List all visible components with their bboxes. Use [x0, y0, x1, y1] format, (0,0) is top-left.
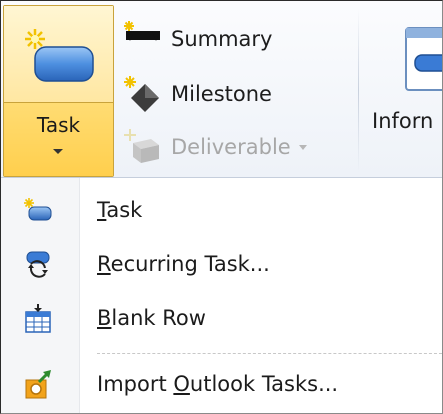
chevron-down-icon	[298, 144, 307, 150]
task-icon	[24, 198, 52, 221]
task-button-dropdown[interactable]: Task	[4, 103, 113, 176]
menu-item-recurring-task[interactable]: Recurring Task...	[1, 240, 442, 288]
task-button-top[interactable]	[4, 6, 113, 103]
ribbon-separator	[358, 9, 359, 173]
menu-item-task-label: Task	[97, 198, 143, 222]
milestone-button[interactable]: Milestone	[123, 74, 272, 114]
import-outlook-icon	[25, 370, 51, 399]
summary-icon	[124, 21, 160, 41]
chevron-down-icon	[53, 149, 63, 154]
ribbon-group: Task Summary Milestone Deliverable Infor…	[1, 1, 442, 178]
task-split-button[interactable]: Task	[3, 5, 114, 177]
task-dropdown-window: Task Summary Milestone Deliverable Infor…	[0, 0, 443, 414]
menu-separator	[97, 353, 442, 354]
menu-item-import-outlook-tasks[interactable]: Import Outlook Tasks...	[1, 360, 442, 408]
deliverable-button[interactable]: Deliverable	[123, 127, 307, 167]
milestone-icon	[124, 76, 159, 112]
blank-row-icon	[25, 304, 51, 333]
deliverable-label: Deliverable	[171, 135, 291, 159]
information-icon[interactable]	[405, 27, 443, 91]
recurring-task-icon	[26, 251, 50, 278]
summary-button[interactable]: Summary	[123, 19, 272, 59]
menu-item-blank-row[interactable]: Blank Row	[1, 294, 442, 342]
menu-item-task[interactable]: Task	[1, 186, 442, 234]
deliverable-icon	[124, 129, 159, 163]
milestone-label: Milestone	[171, 82, 272, 106]
information-label[interactable]: Inforn	[372, 109, 433, 133]
task-button-label: Task	[36, 113, 81, 137]
task-icon	[25, 29, 94, 82]
menu-item-recurring-task-label: Recurring Task...	[97, 252, 270, 276]
menu-item-blank-row-label: Blank Row	[97, 306, 206, 330]
summary-label: Summary	[171, 27, 273, 51]
menu-item-import-outlook-tasks-label: Import Outlook Tasks...	[97, 372, 339, 396]
task-dropdown-menu: Task Recurring Task... Blank Row Import …	[1, 178, 442, 413]
